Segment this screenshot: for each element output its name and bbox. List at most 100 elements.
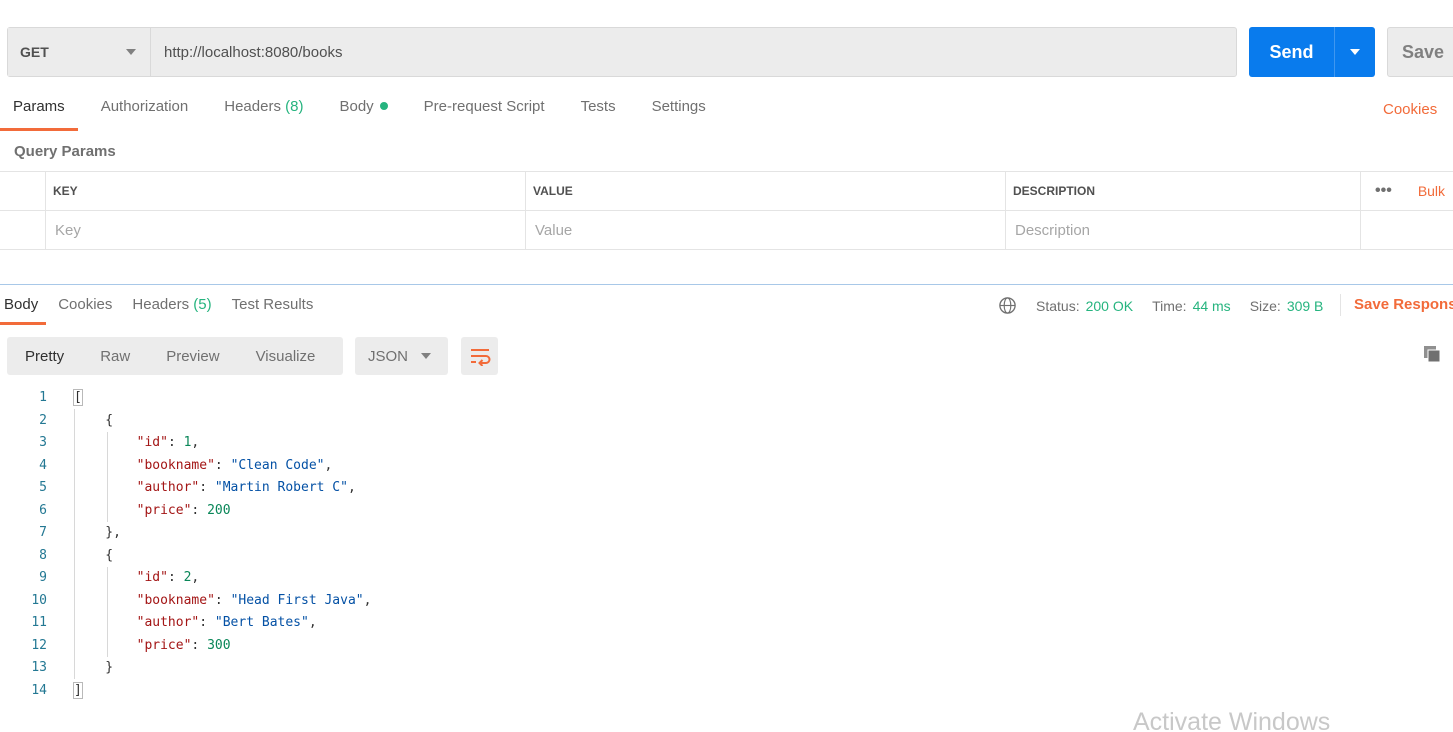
code-text: ] [73, 680, 83, 703]
value-input[interactable]: Value [525, 211, 1005, 249]
headers-count: (5) [193, 296, 212, 313]
view-tab-visualize[interactable]: Visualize [238, 348, 334, 365]
tab-response-cookies[interactable]: Cookies [54, 296, 116, 325]
save-button[interactable]: Save [1387, 27, 1453, 77]
tab-response-body[interactable]: Body [0, 296, 47, 325]
code-text: "id": 1, [136, 435, 200, 450]
tab-label: Cookies [58, 296, 113, 313]
description-input[interactable]: Description [1005, 211, 1360, 249]
tab-label: Test Results [231, 296, 314, 313]
params-table: KEY VALUE DESCRIPTION ••• Bulk Key Value… [0, 171, 1453, 250]
view-tab-pretty[interactable]: Pretty [7, 348, 82, 365]
request-bar: GET http://localhost:8080/books [7, 27, 1237, 77]
line-number: 10 [31, 592, 47, 608]
size-label: Size: [1249, 297, 1281, 314]
key-input[interactable]: Key [45, 211, 525, 249]
tab-tests[interactable]: Tests [568, 98, 629, 131]
copy-icon[interactable] [1422, 344, 1442, 364]
code-line: 10 "bookname": "Head First Java", [0, 590, 371, 613]
table-row: Key Value Description [0, 211, 1453, 250]
description-placeholder: Description [1015, 221, 1091, 239]
view-mode-tabs: Pretty Raw Preview Visualize [7, 337, 343, 375]
view-tab-preview[interactable]: Preview [148, 348, 237, 365]
view-tab-raw[interactable]: Raw [82, 348, 148, 365]
code-line: 6 "price": 200 [0, 500, 230, 523]
tab-headers[interactable]: Headers (8) [211, 98, 316, 131]
status-dot-icon [379, 102, 388, 110]
code-text: "id": 2, [136, 570, 200, 585]
response-body-code: 1[ 2 { 3 "id": 1, 4 "bookname": "Clean C… [0, 387, 371, 703]
wrap-lines-button[interactable] [461, 337, 498, 375]
code-text: { [74, 547, 114, 563]
line-number: 3 [39, 435, 47, 450]
send-options-button[interactable] [1335, 27, 1375, 77]
request-tabs: Params Authorization Headers (8) Body Pr… [0, 98, 729, 131]
code-text: "author": "Bert Bates", [136, 615, 317, 630]
tab-test-results[interactable]: Test Results [228, 296, 318, 325]
send-button[interactable]: Send [1249, 27, 1375, 77]
status-value: 200 OK [1085, 297, 1134, 314]
tab-body[interactable]: Body [326, 98, 400, 131]
size-value: 309 B [1286, 297, 1324, 314]
send-label[interactable]: Send [1249, 27, 1335, 77]
query-params-title: Query Params [14, 143, 116, 160]
code-text: "price": 200 [136, 502, 231, 518]
tab-settings[interactable]: Settings [639, 98, 719, 131]
tab-label: Params [13, 98, 65, 115]
tab-pre-request-script[interactable]: Pre-request Script [411, 98, 558, 131]
line-number: 6 [39, 502, 47, 518]
line-number: 8 [39, 547, 47, 563]
bulk-edit-link[interactable]: Bulk [1418, 183, 1445, 199]
bracket: [ [73, 389, 83, 406]
code-text: "bookname": "Clean Code", [136, 457, 333, 473]
tab-label: Authorization [100, 98, 189, 115]
pane-divider[interactable] [0, 284, 1453, 285]
row-handle [0, 211, 45, 249]
url-input[interactable]: http://localhost:8080/books [151, 28, 1236, 76]
code-line: 1[ [0, 387, 83, 410]
bracket: ] [73, 681, 83, 699]
save-response-button[interactable]: Save Respons [1354, 296, 1453, 313]
code-line: 5 "author": "Martin Robert C", [0, 477, 356, 500]
tab-label: Settings [651, 98, 706, 115]
globe-icon[interactable] [998, 296, 1017, 315]
tab-params[interactable]: Params [0, 98, 78, 131]
tab-label: Pre-request Script [423, 98, 545, 115]
line-number: 4 [39, 457, 47, 473]
cookies-link[interactable]: Cookies [1383, 101, 1437, 118]
line-number: 2 [39, 412, 47, 428]
tab-label: Body [339, 98, 374, 115]
key-placeholder: Key [55, 221, 81, 239]
activation-watermark: Activate Windows [1133, 708, 1331, 732]
line-number: 7 [39, 525, 47, 540]
format-select[interactable]: JSON [355, 337, 448, 375]
line-number: 11 [31, 615, 47, 630]
line-number: 1 [39, 390, 47, 405]
code-text: } [74, 660, 114, 675]
code-line: 11 "author": "Bert Bates", [0, 612, 316, 635]
tab-authorization[interactable]: Authorization [88, 98, 202, 131]
tab-label: Tests [580, 98, 616, 115]
tab-label: Headers [224, 98, 281, 115]
line-number: 9 [39, 570, 47, 585]
table-header-row: KEY VALUE DESCRIPTION ••• Bulk [0, 172, 1453, 211]
line-number: 13 [31, 660, 47, 675]
code-line: 14] [0, 680, 83, 703]
line-number: 12 [31, 637, 47, 653]
tab-label: Body [4, 296, 39, 313]
chevron-down-icon [126, 49, 136, 55]
method-select[interactable]: GET [8, 28, 151, 76]
column-header-value: VALUE [525, 172, 1005, 210]
more-options-icon[interactable]: ••• [1375, 182, 1392, 200]
code-text: [ [73, 387, 83, 410]
code-line: 8 { [0, 545, 113, 568]
format-label: JSON [368, 347, 409, 365]
row-handle [0, 172, 45, 210]
code-line: 13 } [0, 657, 113, 680]
code-text: }, [74, 525, 121, 540]
response-status: Status: 200 OK Time: 44 ms Size: 309 B [998, 296, 1342, 315]
tab-label: Headers [132, 296, 190, 313]
column-header-description: DESCRIPTION [1005, 172, 1360, 210]
tab-response-headers[interactable]: Headers (5) [128, 296, 215, 325]
line-number: 5 [39, 480, 47, 495]
